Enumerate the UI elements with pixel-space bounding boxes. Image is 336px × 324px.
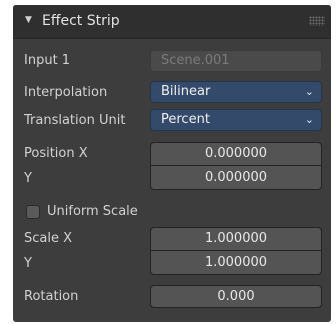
panel-title: Effect Strip — [42, 13, 120, 29]
grip-dots-icon[interactable] — [309, 16, 325, 26]
input1-label: Input 1 — [24, 53, 71, 68]
chevron-down-icon: ⌄ — [304, 85, 314, 98]
interpolation-select[interactable]: Bilinear ⌄ — [150, 81, 322, 103]
position-x-label: Position X — [24, 146, 88, 161]
translation-unit-select[interactable]: Percent ⌄ — [150, 109, 322, 131]
rotation-field[interactable]: 0.000 — [150, 285, 322, 308]
scale-y-field[interactable]: 1.000000 — [150, 251, 322, 275]
uniform-scale-checkbox[interactable] — [26, 205, 40, 219]
effect-strip-panel: ▼ Effect Strip Input 1 Scene.001 Interpo… — [13, 5, 331, 322]
interpolation-label: Interpolation — [24, 85, 108, 100]
interpolation-value: Bilinear — [161, 84, 211, 99]
rotation-label: Rotation — [24, 289, 79, 304]
translation-unit-value: Percent — [161, 112, 210, 127]
scale-x-label: Scale X — [24, 231, 73, 246]
position-x-field[interactable]: 0.000000 — [150, 142, 322, 166]
panel-header[interactable]: ▼ Effect Strip — [13, 5, 331, 39]
chevron-down-icon: ⌄ — [304, 113, 314, 126]
uniform-scale-label[interactable]: Uniform Scale — [47, 204, 138, 219]
triangle-down-icon[interactable]: ▼ — [25, 15, 32, 25]
position-y-field[interactable]: 0.000000 — [150, 166, 322, 190]
position-y-label: Y — [24, 171, 32, 186]
input1-field: Scene.001 — [150, 50, 322, 72]
scale-y-label: Y — [24, 256, 32, 271]
translation-unit-label: Translation Unit — [24, 113, 126, 128]
scale-x-field[interactable]: 1.000000 — [150, 227, 322, 251]
